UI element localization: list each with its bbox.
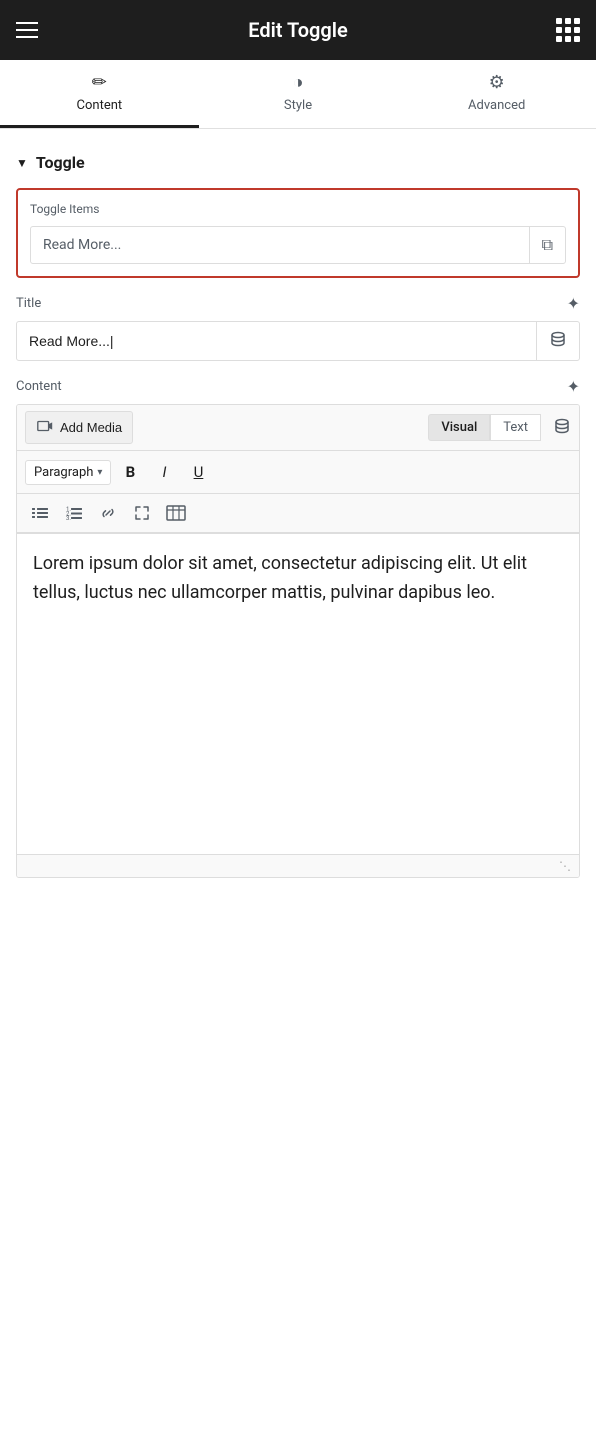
fullscreen-icon[interactable] [127, 498, 157, 528]
collapse-arrow-icon[interactable]: ▼ [16, 156, 28, 170]
text-tab[interactable]: Text [490, 414, 541, 441]
table-icon[interactable] [161, 498, 191, 528]
title-input[interactable] [17, 323, 536, 359]
view-tabs: Visual Text [428, 414, 541, 441]
editor-footer: ⋱ [17, 854, 579, 877]
tab-content[interactable]: ✏ Content [0, 60, 199, 128]
page-title: Edit Toggle [248, 18, 348, 42]
resize-icon: ⋱ [559, 859, 571, 873]
content-label: Content [16, 379, 62, 394]
pencil-icon: ✏ [92, 74, 107, 92]
format-toolbar: Paragraph ▾ B I U [17, 451, 579, 494]
paragraph-select[interactable]: Paragraph ▾ [25, 460, 111, 485]
toggle-section-header: ▼ Toggle [16, 153, 580, 172]
editor-top-bar: Add Media Visual Text [17, 405, 579, 451]
toggle-items-box: Toggle Items Read More... ⧉ [16, 188, 580, 278]
underline-button[interactable]: U [183, 457, 213, 487]
title-field-label-row: Title ✦ [16, 294, 580, 313]
title-label: Title [16, 296, 41, 311]
tab-style-label: Style [284, 98, 312, 113]
copy-icon[interactable]: ⧉ [529, 227, 565, 263]
header: Edit Toggle [0, 0, 596, 60]
menu-icon[interactable] [16, 22, 38, 38]
section-title: Toggle [36, 153, 85, 172]
title-ai-icon[interactable]: ✦ [567, 294, 580, 313]
unordered-list-icon[interactable] [25, 498, 55, 528]
toggle-item-row: Read More... ⧉ [30, 226, 566, 264]
content-field-label-row: Content ✦ [16, 377, 580, 396]
svg-text:3.: 3. [66, 515, 71, 522]
bold-button[interactable]: B [115, 457, 145, 487]
media-icon [36, 417, 54, 438]
tab-advanced[interactable]: ⚙ Advanced [397, 60, 596, 128]
italic-button[interactable]: I [149, 457, 179, 487]
toggle-items-label: Toggle Items [30, 202, 566, 216]
tab-bar: ✏ Content ◑ Style ⚙ Advanced [0, 60, 596, 129]
ordered-list-icon[interactable]: 1. 2. 3. [59, 498, 89, 528]
half-circle-icon: ◑ [293, 74, 304, 92]
content-ai-icon[interactable]: ✦ [567, 377, 580, 396]
add-media-label: Add Media [60, 420, 122, 435]
editor-body-text: Lorem ipsum dolor sit amet, consectetur … [33, 553, 527, 603]
title-db-icon[interactable] [536, 322, 579, 360]
title-input-row [16, 321, 580, 361]
paragraph-label: Paragraph [34, 465, 93, 480]
main-content: ▼ Toggle Toggle Items Read More... ⧉ Tit… [0, 129, 596, 1449]
editor-content-area[interactable]: Lorem ipsum dolor sit amet, consectetur … [17, 534, 579, 854]
apps-icon[interactable] [556, 18, 580, 42]
format-toolbar-2: 1. 2. 3. [17, 494, 579, 533]
visual-tab[interactable]: Visual [428, 414, 490, 441]
toggle-item-text: Read More... [31, 227, 529, 263]
link-icon[interactable] [93, 498, 123, 528]
tab-advanced-label: Advanced [468, 98, 525, 113]
paragraph-chevron-icon: ▾ [97, 467, 102, 478]
add-media-button[interactable]: Add Media [25, 411, 133, 444]
content-editor: Add Media Visual Text Paragraph ▾ B I [16, 404, 580, 878]
tab-style[interactable]: ◑ Style [199, 60, 398, 128]
gear-icon: ⚙ [489, 74, 505, 92]
tab-content-label: Content [77, 98, 123, 113]
editor-db-icon[interactable] [553, 417, 571, 439]
